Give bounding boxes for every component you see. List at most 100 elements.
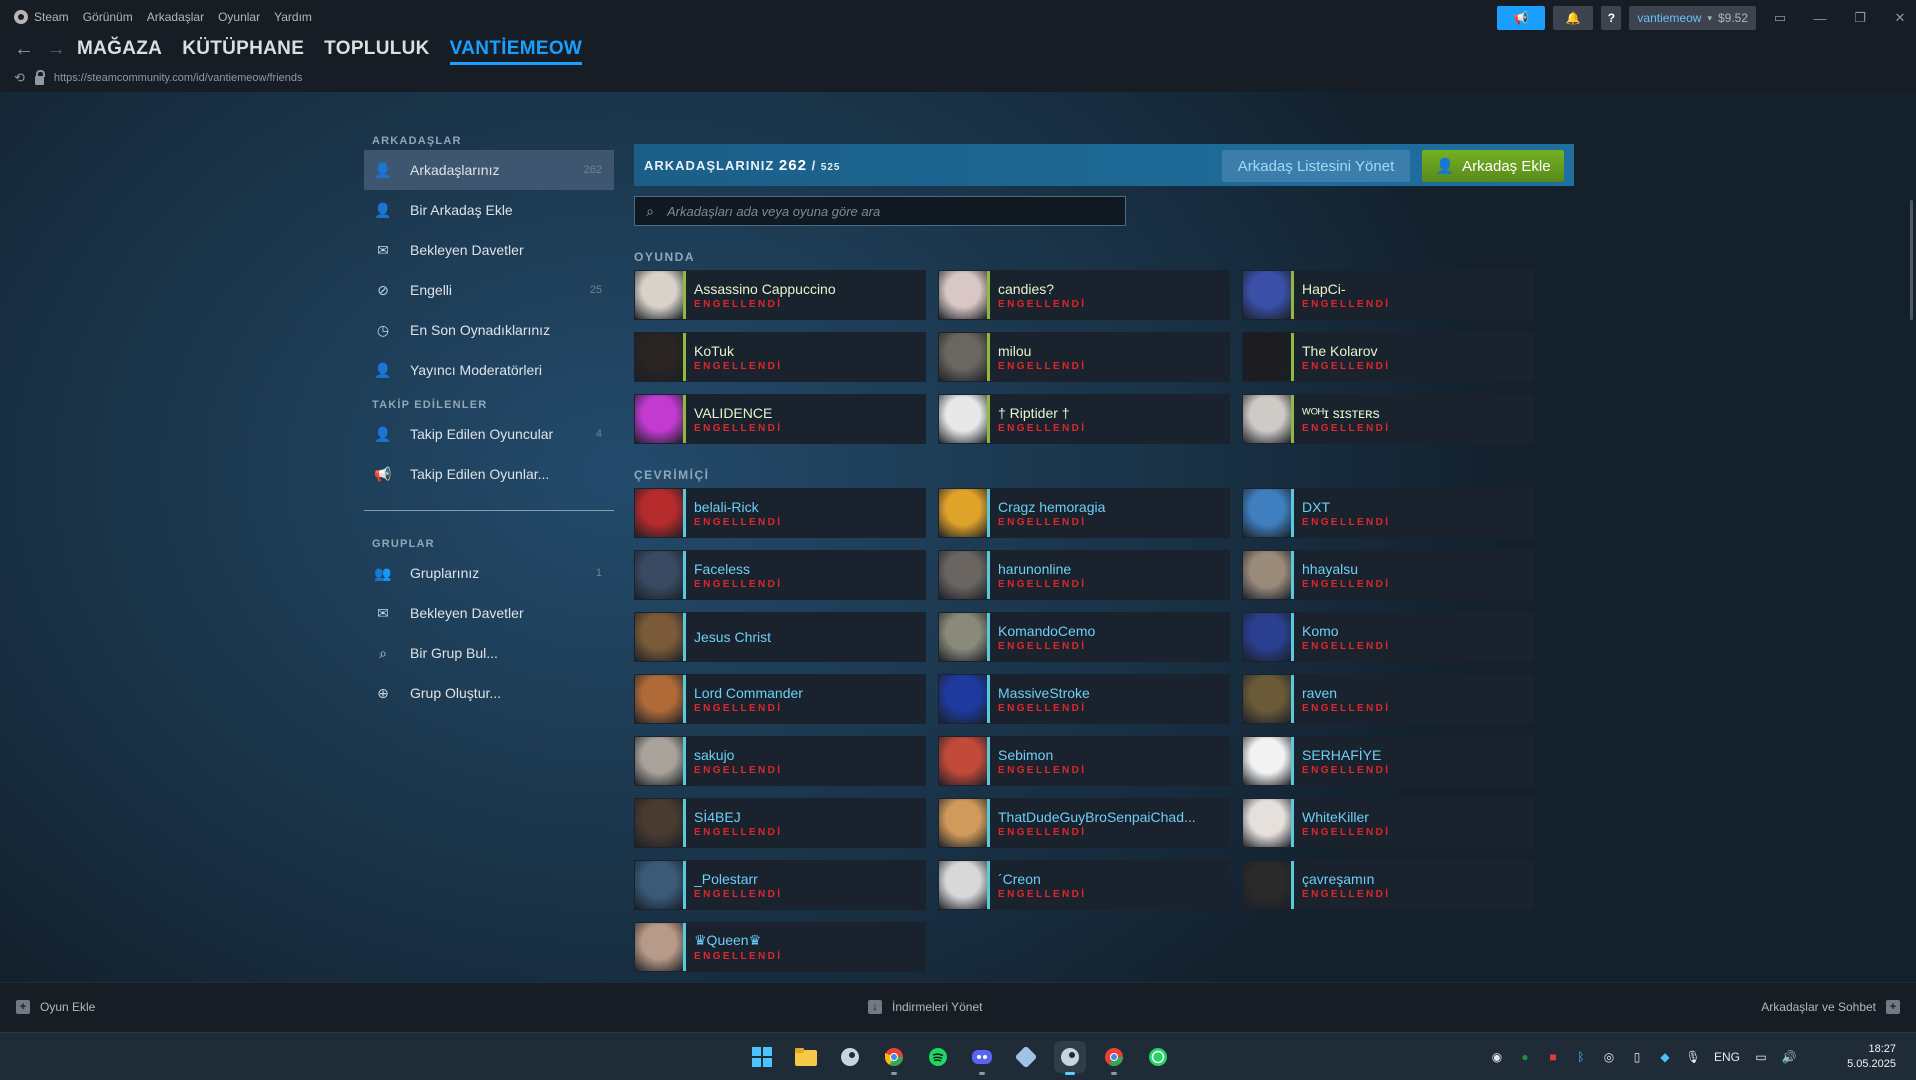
friend-avatar[interactable] [1243,861,1291,909]
friend-card[interactable]: Cragz hemoragia ENGELLENDİ [938,488,1230,538]
friends-search-input[interactable] [665,202,1125,220]
friend-avatar[interactable] [1243,675,1291,723]
friend-card[interactable]: KomandoCemo ENGELLENDİ [938,612,1230,662]
friend-avatar[interactable] [635,489,683,537]
scrollbar[interactable] [1908,184,1916,1074]
big-picture-button[interactable]: ▭ [1764,6,1796,30]
volume-icon[interactable]: 🔊 [1782,1050,1797,1064]
friend-card[interactable]: Jesus Christ [634,612,926,662]
friend-avatar[interactable] [1243,799,1291,847]
refresh-icon[interactable]: ⟲ [14,70,25,86]
friend-card[interactable]: WhiteKiller ENGELLENDİ [1242,798,1534,848]
steam-icon[interactable] [834,1041,866,1073]
steam-active-icon[interactable] [1054,1041,1086,1075]
sidebar-item-broadcast-moderators[interactable]: 👤 Yayıncı Moderatörleri [364,350,614,390]
microphone-icon[interactable]: 🎙 [1685,1050,1700,1064]
friend-avatar[interactable] [939,799,987,847]
friend-avatar[interactable] [635,799,683,847]
spotify-icon[interactable] [922,1041,954,1073]
tab-profile[interactable]: VANTİEMEOW [449,38,583,65]
sidebar-item-create-group[interactable]: ⊕ Grup Oluştur... [364,673,614,713]
friend-avatar[interactable] [939,395,987,443]
close-button[interactable]: ✕ [1884,6,1916,30]
chrome-profile-icon[interactable] [1098,1041,1130,1075]
sidebar-item-followed-games[interactable]: 📢 Takip Edilen Oyunlar... [364,454,614,494]
friend-avatar[interactable] [635,551,683,599]
sidebar-item-group-invites[interactable]: ✉ Bekleyen Davetler [364,593,614,633]
friend-card[interactable]: sakujo ENGELLENDİ [634,736,926,786]
bluetooth-icon[interactable]: ᛒ [1574,1050,1588,1064]
friend-card[interactable]: Komo ENGELLENDİ [1242,612,1534,662]
friend-card[interactable]: VALIDENCE ENGELLENDİ [634,394,926,444]
menu-help[interactable]: Yardım [274,10,312,24]
friend-card[interactable]: ᵂᴼᴴɪ sɪsᴛᴇʀs ENGELLENDİ [1242,394,1534,444]
friend-avatar[interactable] [635,861,683,909]
friend-avatar[interactable] [635,737,683,785]
friend-card[interactable]: belali-Rick ENGELLENDİ [634,488,926,538]
friend-card[interactable]: hhayalsu ENGELLENDİ [1242,550,1534,600]
forward-arrow-icon[interactable]: → [46,38,66,61]
friend-avatar[interactable] [1243,333,1291,381]
friend-avatar[interactable] [939,737,987,785]
friend-avatar[interactable] [1243,489,1291,537]
language-indicator[interactable]: ENG [1714,1050,1740,1064]
friend-avatar[interactable] [939,489,987,537]
friend-avatar[interactable] [1243,271,1291,319]
friend-avatar[interactable] [635,613,683,661]
friend-card[interactable]: raven ENGELLENDİ [1242,674,1534,724]
sidebar-item-add-friend[interactable]: 👤 Bir Arkadaş Ekle [364,190,614,230]
friend-card[interactable]: candies? ENGELLENDİ [938,270,1230,320]
app-icon[interactable] [1010,1041,1042,1073]
chrome-tray-icon[interactable]: ◉ [1490,1050,1504,1064]
friend-avatar[interactable] [635,923,683,971]
friend-avatar[interactable] [939,551,987,599]
url-text[interactable]: https://steamcommunity.com/id/vantiemeow… [54,72,303,84]
manage-friends-list-button[interactable]: Arkadaş Listesini Yönet [1222,150,1410,182]
friend-avatar[interactable] [939,613,987,661]
friend-card[interactable]: Sİ4BEJ ENGELLENDİ [634,798,926,848]
sidebar-item-your-friends[interactable]: 👤 Arkadaşlarınız 262 [364,150,614,190]
xbox-tray-icon[interactable]: ● [1518,1050,1532,1064]
friend-card[interactable]: The Kolarov ENGELLENDİ [1242,332,1534,382]
friend-card[interactable]: ´Creon ENGELLENDİ [938,860,1230,910]
clock[interactable]: 18:27 5.05.2025 [1847,1042,1896,1072]
friend-card[interactable]: ♛Queen♛ ENGELLENDİ [634,922,926,972]
friend-card[interactable]: HapCi- ENGELLENDİ [1242,270,1534,320]
windows-start-icon[interactable] [746,1041,778,1073]
sidebar-item-your-groups[interactable]: 👥 Gruplarınız 1 [364,553,614,593]
friend-card[interactable]: çavreşamın ENGELLENDİ [1242,860,1534,910]
discord-icon[interactable] [966,1041,998,1075]
chrome-icon[interactable] [878,1041,910,1075]
manage-downloads-button[interactable]: ↓ İndirmeleri Yönet [868,1000,983,1014]
notifications-button[interactable]: 🔔 [1553,6,1594,30]
menu-friends[interactable]: Arkadaşlar [147,10,204,24]
friend-avatar[interactable] [939,271,987,319]
add-game-button[interactable]: + Oyun Ekle [16,1000,95,1014]
friend-card[interactable]: harunonline ENGELLENDİ [938,550,1230,600]
account-menu-button[interactable]: vantiemeow ▾ $9.52 [1629,6,1756,30]
app-tray-icon[interactable]: ■ [1546,1050,1560,1064]
friend-card[interactable]: † Riptider † ENGELLENDİ [938,394,1230,444]
menu-steam[interactable]: Steam [14,10,69,24]
maximize-button[interactable]: ❐ [1844,6,1876,30]
network-icon[interactable]: ▭ [1754,1050,1768,1064]
friend-card[interactable]: SERHAFİYE ENGELLENDİ [1242,736,1534,786]
menu-games[interactable]: Oyunlar [218,10,260,24]
back-arrow-icon[interactable]: ← [14,38,34,61]
sidebar-item-recently-played[interactable]: ◷ En Son Oynadıklarınız [364,310,614,350]
steam-tray-icon[interactable]: ◎ [1602,1050,1616,1064]
menu-view[interactable]: Görünüm [83,10,133,24]
sidebar-item-followed-players[interactable]: 👤 Takip Edilen Oyuncular 4 [364,414,614,454]
sidebar-item-blocked[interactable]: ⊘ Engelli 25 [364,270,614,310]
friend-avatar[interactable] [1243,551,1291,599]
sidebar-item-find-group[interactable]: ⌕ Bir Grup Bul... [364,633,614,673]
friend-avatar[interactable] [635,675,683,723]
friends-chat-button[interactable]: Arkadaşlar ve Sohbet + [1761,1000,1900,1014]
friend-avatar[interactable] [635,271,683,319]
scrollbar-thumb[interactable] [1910,200,1913,320]
file-explorer-icon[interactable] [790,1041,822,1073]
defender-icon[interactable]: ◆ [1658,1050,1672,1064]
friend-card[interactable]: KoTuk ENGELLENDİ [634,332,926,382]
friend-card[interactable]: _Polestarr ENGELLENDİ [634,860,926,910]
friend-card[interactable]: milou ENGELLENDİ [938,332,1230,382]
